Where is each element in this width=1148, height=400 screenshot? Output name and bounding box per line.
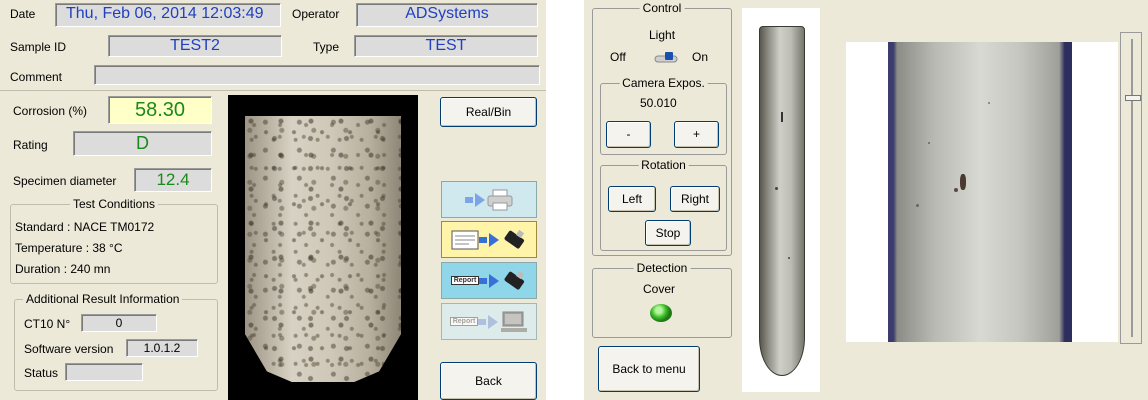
test-conditions-group: Test Conditions Standard : NACE TM0172 T…: [10, 197, 218, 284]
operator-field: ADSystems: [356, 3, 538, 27]
status-value: [65, 363, 143, 381]
operator-label: Operator: [292, 7, 340, 21]
rotate-left-button[interactable]: Left: [608, 186, 656, 212]
detection-title: Detection: [633, 261, 691, 275]
specimen-full-view: [742, 8, 820, 392]
diameter-label: Specimen diameter: [13, 174, 117, 188]
cover-label: Cover: [643, 282, 676, 296]
specimen-image: [228, 95, 418, 400]
ct10-label: CT10 N°: [24, 317, 71, 331]
exposure-value: 50.010: [640, 96, 677, 110]
rotate-stop-button[interactable]: Stop: [645, 220, 691, 246]
rating-value: D: [73, 131, 212, 156]
real-bin-button[interactable]: Real/Bin: [440, 97, 537, 127]
rotate-right-button[interactable]: Right: [670, 186, 720, 212]
printer-icon: [487, 189, 513, 210]
temperature-text: Temperature : 38 °C: [15, 241, 123, 255]
camera-exposure-title: Camera Expos.: [619, 76, 708, 90]
detection-group: Detection Cover: [592, 261, 732, 338]
report-tag: Report: [450, 276, 480, 285]
comment-field[interactable]: [94, 65, 540, 85]
date-label: Date: [10, 7, 36, 21]
back-button[interactable]: Back: [440, 362, 537, 400]
toggle-switch-icon: [654, 52, 678, 63]
sample-id-label: Sample ID: [10, 40, 67, 54]
corrosion-value: 58.30: [108, 96, 212, 124]
date-field: Thu, Feb 06, 2014 12:03:49: [55, 3, 281, 27]
result-panel: Date Thu, Feb 06, 2014 12:03:49 Operator…: [0, 0, 546, 400]
document-icon: [451, 230, 479, 249]
sample-id-field[interactable]: TEST2: [108, 35, 282, 57]
corrosion-label: Corrosion (%): [13, 104, 88, 118]
light-on-label: On: [692, 50, 709, 64]
zoomed-view: [846, 42, 1118, 342]
control-group: Control Light Off On Camera Expos. 50.01…: [592, 1, 732, 256]
back-to-menu-button[interactable]: Back to menu: [598, 346, 700, 392]
exposure-plus-button[interactable]: +: [674, 121, 719, 148]
report-pc-button[interactable]: Report: [441, 303, 537, 340]
cover-indicator-icon: [650, 304, 672, 322]
software-version-value: 1.0.1.2: [126, 339, 198, 357]
exposure-minus-button[interactable]: -: [606, 121, 651, 148]
light-off-label: Off: [610, 50, 626, 64]
computer-icon: [501, 311, 528, 332]
comment-label: Comment: [10, 70, 63, 84]
light-label: Light: [649, 28, 676, 42]
report-tag: Report: [449, 317, 479, 326]
software-version-label: Software version: [24, 342, 114, 356]
specimen-rod: [759, 26, 805, 376]
duration-text: Duration : 240 mn: [15, 262, 111, 276]
diameter-value: 12.4: [134, 168, 212, 192]
ct10-value: 0: [81, 314, 157, 332]
camera-panel: Control Light Off On Camera Expos. 50.01…: [584, 0, 1148, 400]
report-usb-button[interactable]: Report: [441, 262, 537, 299]
camera-exposure-group: Camera Expos. 50.010 - +: [600, 76, 727, 155]
save-usb-button[interactable]: [441, 221, 537, 258]
test-conditions-title: Test Conditions: [69, 197, 159, 211]
slider-thumb[interactable]: [1125, 95, 1141, 101]
standard-text: Standard : NACE TM0172: [15, 220, 155, 234]
rotation-title: Rotation: [638, 158, 689, 172]
status-label: Status: [24, 366, 59, 380]
usb-key-icon: [504, 229, 525, 248]
control-title: Control: [639, 1, 685, 15]
additional-info-group: Additional Result Information CT10 N° 0 …: [14, 292, 218, 391]
type-field[interactable]: TEST: [354, 35, 538, 57]
zoom-slider[interactable]: [1120, 32, 1142, 344]
rating-label: Rating: [13, 138, 48, 152]
zoomed-specimen: [888, 42, 1072, 342]
light-toggle[interactable]: [654, 50, 680, 64]
additional-info-title: Additional Result Information: [23, 292, 183, 306]
type-label: Type: [313, 40, 340, 54]
usb-key-icon: [504, 270, 525, 289]
rotation-group: Rotation Left Right Stop: [600, 158, 727, 251]
print-button[interactable]: [441, 181, 537, 218]
